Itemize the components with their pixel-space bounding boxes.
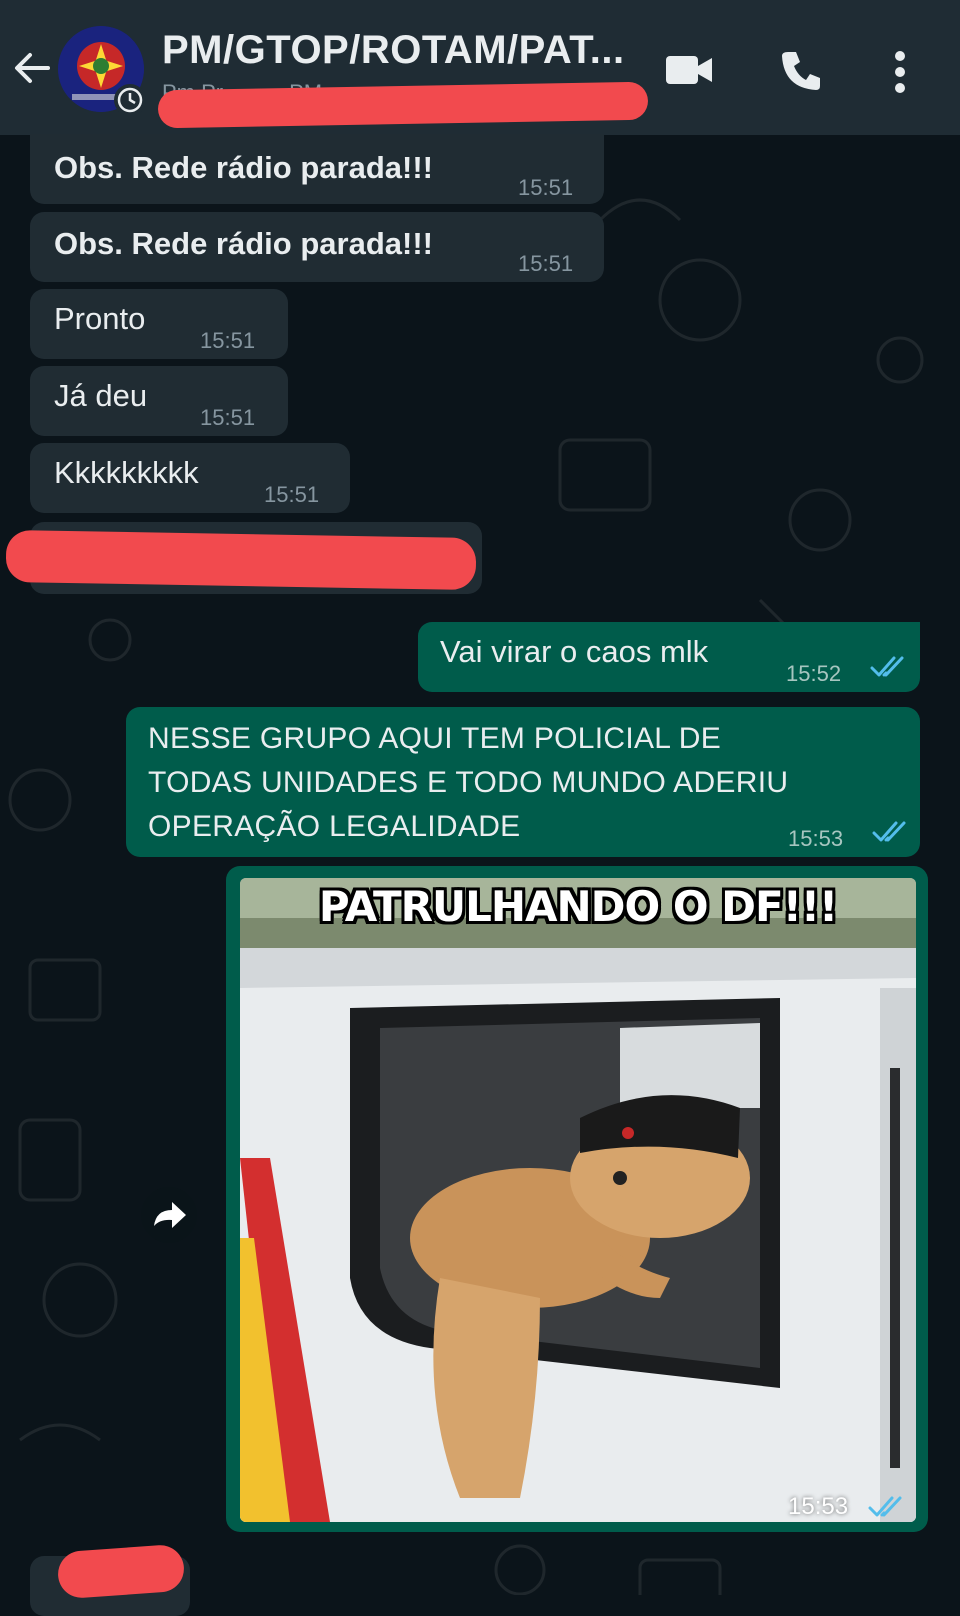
message-time: 15:52 <box>786 661 842 686</box>
back-arrow-icon[interactable] <box>10 46 54 90</box>
message-text-line: NESSE GRUPO AQUI TEM POLICIAL DE <box>148 722 722 755</box>
message-bubble-incoming[interactable]: Kkkkkkkkk 15:51 <box>30 443 350 513</box>
chat-title[interactable]: PM/GTOP/ROTAM/PAT... <box>162 28 642 73</box>
message-text: Vai virar o caos mlk <box>440 634 709 669</box>
double-check-icon <box>872 821 906 842</box>
message-time: 15:51 <box>200 328 256 353</box>
message-text-line: TODAS UNIDADES E TODO MUNDO ADERIU <box>148 766 789 799</box>
message-bubble-outgoing[interactable]: Vai virar o caos mlk 15:52 <box>418 622 920 692</box>
double-check-icon <box>868 1496 902 1517</box>
double-check-icon <box>870 656 904 677</box>
timer-badge-icon <box>114 84 146 116</box>
meme-caption: PATRULHANDO O DF!!! <box>318 882 838 931</box>
meme-photo-illustration <box>240 878 916 1522</box>
message-text: Obs. Rede rádio parada!!! <box>54 226 433 261</box>
message-bubble-incoming[interactable]: Obs. Rede rádio parada!!! 15:51 <box>30 212 604 282</box>
redaction-mark <box>157 81 649 129</box>
forward-icon[interactable] <box>140 1186 198 1244</box>
message-bubble-outgoing[interactable]: NESSE GRUPO AQUI TEM POLICIAL DE TODAS U… <box>126 707 920 857</box>
phone-icon[interactable] <box>778 48 824 94</box>
chat-header: PM/GTOP/ROTAM/PAT... Pm Pr...........PM.… <box>0 0 960 135</box>
more-options-icon[interactable] <box>890 48 910 96</box>
message-text: Obs. Rede rádio parada!!! <box>54 150 433 185</box>
redaction-mark <box>56 1543 186 1600</box>
message-time: 15:51 <box>518 175 574 200</box>
message-time: 15:51 <box>264 482 320 507</box>
video-call-icon[interactable] <box>664 48 716 92</box>
message-text: Kkkkkkkkk <box>54 455 199 490</box>
message-text: Já deu <box>54 378 148 413</box>
message-text: Pronto <box>54 301 146 336</box>
message-bubble-incoming[interactable]: Pronto 15:51 <box>30 289 288 359</box>
message-bubble-incoming[interactable]: Obs. Rede rádio parada!!! 15:51 <box>30 134 604 204</box>
message-time: 15:51 <box>518 251 574 276</box>
message-time: 15:53 <box>788 1493 849 1520</box>
redaction-mark <box>5 529 477 591</box>
meme-image[interactable] <box>240 878 916 1522</box>
message-time: 15:51 <box>200 405 256 430</box>
message-time: 15:53 <box>788 826 844 851</box>
message-bubble-incoming[interactable]: Já deu 15:51 <box>30 366 288 436</box>
message-text-line: OPERAÇÃO LEGALIDADE <box>148 810 521 843</box>
